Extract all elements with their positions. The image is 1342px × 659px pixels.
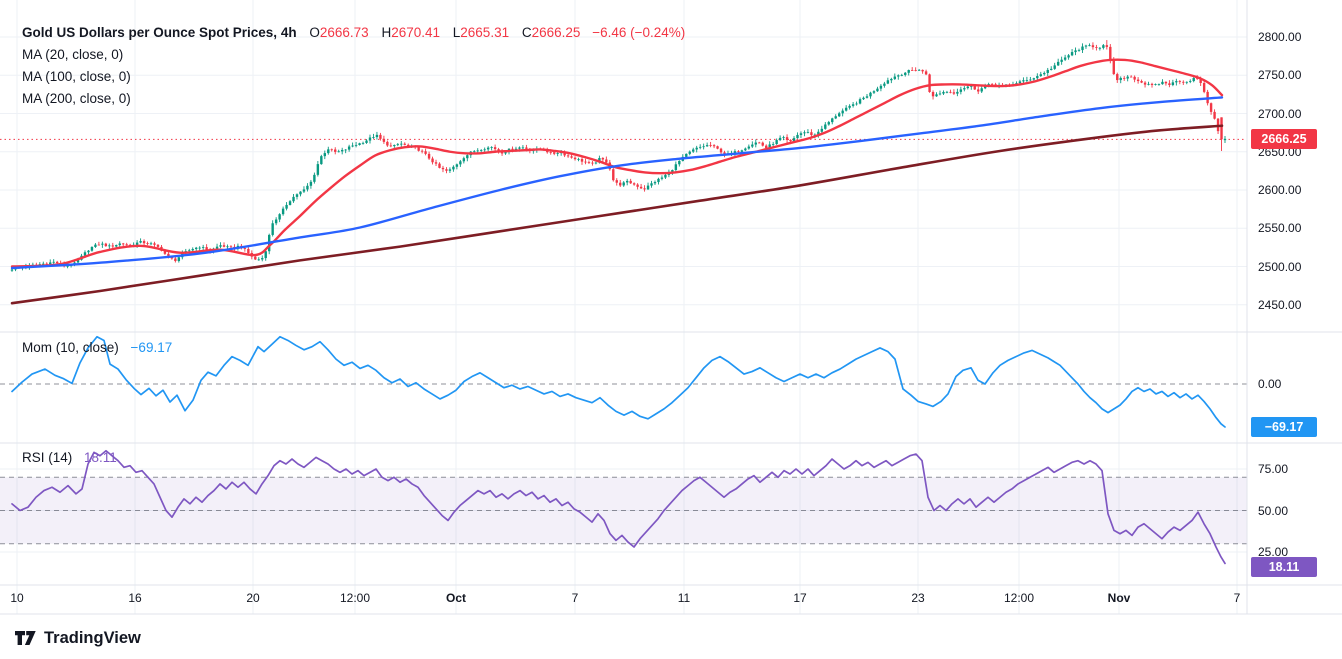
ma200-label: MA (200, close, 0) [22,91,131,106]
time-tick-label: 11 [678,591,690,605]
high-value: 2670.41 [391,25,440,40]
time-tick-label: 7 [1234,591,1241,605]
time-tick-label: Oct [446,591,466,605]
price-tick-label: 2450.00 [1258,298,1301,312]
tradingview-logo-text: TradingView [44,629,141,648]
symbol-title-row[interactable]: Gold US Dollars per Ounce Spot Prices, 4… [22,22,685,44]
time-tick-label: 12:00 [1004,591,1034,605]
price-tick-label: 2750.00 [1258,68,1301,82]
price-tick-label: 2550.00 [1258,221,1301,235]
momentum-tick-label: 0.00 [1258,377,1281,391]
time-tick-label: 23 [911,591,924,605]
momentum-value: −69.17 [131,340,173,355]
legend-main: Gold US Dollars per Ounce Spot Prices, 4… [22,22,685,110]
price-tick-label: 2700.00 [1258,107,1301,121]
time-tick-label: 7 [572,591,579,605]
time-tick-label: 12:00 [340,591,370,605]
low-value: 2665.31 [460,25,509,40]
time-tick-label: 10 [10,591,23,605]
price-tick-label: 2500.00 [1258,260,1301,274]
close-label: C [522,25,532,40]
ma100-label: MA (100, close, 0) [22,69,131,84]
momentum-label: Mom (10, close) [22,340,119,355]
price-tick-label: 2800.00 [1258,30,1301,44]
ma100-legend-row[interactable]: MA (100, close, 0) [22,66,685,88]
high-label: H [381,25,391,40]
price-tick-label: 2600.00 [1258,183,1301,197]
rsi-tick-label: 75.00 [1258,462,1288,476]
time-tick-label: 20 [246,591,259,605]
time-tick-label: 16 [128,591,141,605]
rsi-tick-label: 50.00 [1258,504,1288,518]
tradingview-chart-window: Gold US Dollars per Ounce Spot Prices, 4… [0,0,1342,659]
symbol-title: Gold US Dollars per Ounce Spot Prices, 4… [22,25,297,40]
time-tick-label: Nov [1108,591,1131,605]
tradingview-logo[interactable]: TradingView [14,628,141,648]
momentum-legend-row[interactable]: Mom (10, close) −69.17 [22,340,172,355]
ma20-label: MA (20, close, 0) [22,47,123,62]
open-label: O [309,25,320,40]
rsi-label: RSI (14) [22,450,72,465]
rsi-legend-row[interactable]: RSI (14) 18.11 [22,450,117,465]
ma20-legend-row[interactable]: MA (20, close, 0) [22,44,685,66]
rsi-value-badge: 18.11 [1251,557,1317,577]
change-value: −6.46 (−0.24%) [592,25,685,40]
time-tick-label: 17 [793,591,806,605]
last-price-badge: 2666.25 [1251,129,1317,149]
open-value: 2666.73 [320,25,369,40]
tradingview-logo-icon [14,628,37,648]
momentum-value-badge: −69.17 [1251,417,1317,437]
close-value: 2666.25 [532,25,581,40]
ma200-legend-row[interactable]: MA (200, close, 0) [22,88,685,110]
rsi-value: 18.11 [84,450,117,465]
